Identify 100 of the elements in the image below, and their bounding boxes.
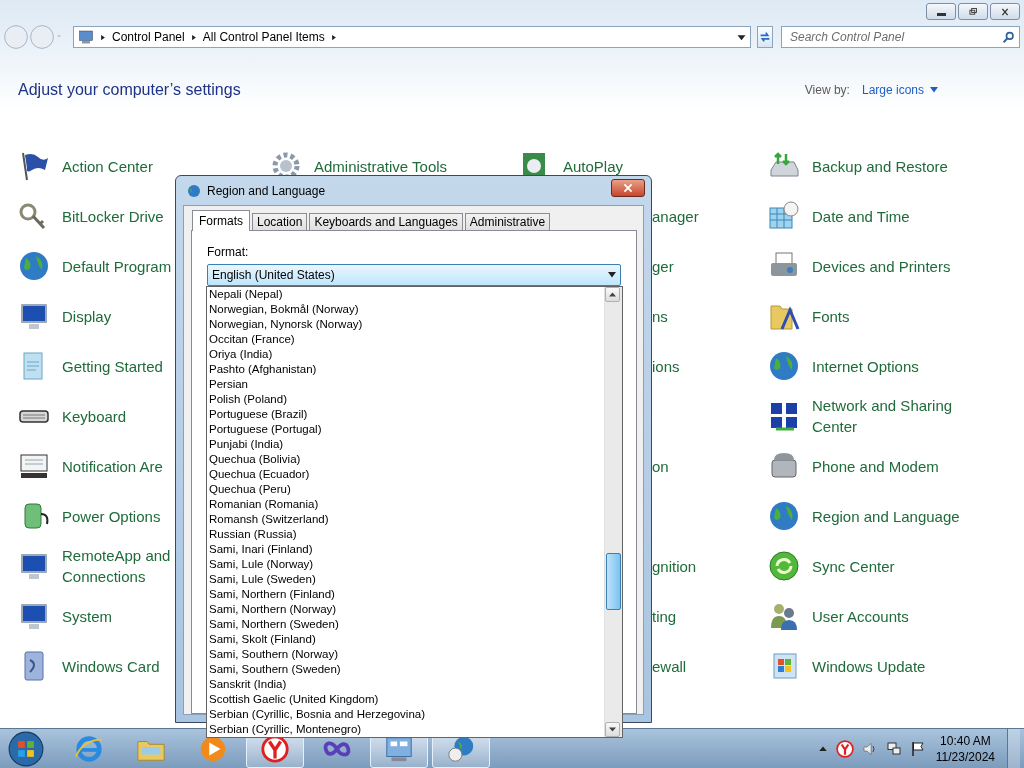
- control-panel-link[interactable]: AutoPlay: [563, 155, 624, 177]
- restore-button[interactable]: [958, 3, 988, 20]
- scroll-down-button[interactable]: [605, 722, 620, 737]
- control-panel-link[interactable]: Display: [62, 305, 112, 327]
- scroll-up-button[interactable]: [605, 287, 620, 302]
- tab[interactable]: Administrative: [464, 213, 551, 230]
- calendar-icon: [768, 200, 800, 232]
- dropdown-option[interactable]: Pashto (Afghanistan): [209, 362, 604, 377]
- dropdown-option[interactable]: Sanskrit (India): [209, 677, 604, 692]
- dropdown-option[interactable]: Sami, Northern (Norway): [209, 602, 604, 617]
- dropdown-option[interactable]: Romanian (Romania): [209, 497, 604, 512]
- dropdown-option[interactable]: Nepali (Nepal): [209, 287, 604, 302]
- control-panel-link[interactable]: Notification Are: [62, 455, 163, 477]
- control-panel-link[interactable]: Devices and Printers: [812, 255, 951, 277]
- dropdown-option[interactable]: Sami, Southern (Norway): [209, 647, 604, 662]
- globe-icon: [768, 350, 800, 382]
- control-panel-link[interactable]: ewall: [652, 655, 768, 677]
- control-panel-link[interactable]: Getting Started: [62, 355, 163, 377]
- close-button[interactable]: [611, 178, 645, 197]
- clock[interactable]: 10:40 AM 11/23/2024: [935, 732, 995, 765]
- caret-icon: [930, 87, 938, 93]
- show-desktop-button[interactable]: [1007, 728, 1020, 768]
- control-panel-link[interactable]: ions: [652, 355, 768, 377]
- dropdown-option[interactable]: Sami, Southern (Sweden): [209, 662, 604, 677]
- control-panel-link[interactable]: Date and Time: [812, 205, 910, 227]
- control-panel-link[interactable]: Network and Sharing Center: [812, 395, 953, 437]
- control-panel-link[interactable]: ns: [652, 305, 768, 327]
- control-panel-link[interactable]: Power Options: [62, 505, 161, 527]
- dropdown-option[interactable]: Portuguese (Portugal): [209, 422, 604, 437]
- dropdown-option[interactable]: Sami, Northern (Sweden): [209, 617, 604, 632]
- control-panel-link[interactable]: gnition: [652, 555, 768, 577]
- dropdown-option[interactable]: Quechua (Bolivia): [209, 452, 604, 467]
- dropdown-option[interactable]: Sami, Northern (Finland): [209, 587, 604, 602]
- refresh-button[interactable]: [757, 26, 773, 48]
- control-panel-link[interactable]: Internet Options: [812, 355, 919, 377]
- dropdown-option[interactable]: Sami, Lule (Norway): [209, 557, 604, 572]
- control-panel-link[interactable]: Administrative Tools: [314, 155, 448, 177]
- breadcrumb[interactable]: Control Panel: [112, 30, 185, 44]
- flag-icon[interactable]: [909, 740, 926, 757]
- close-button[interactable]: [990, 3, 1020, 20]
- control-panel-link[interactable]: Windows Update: [812, 655, 926, 677]
- minimize-icon: [936, 13, 946, 16]
- dropdown-option[interactable]: Norwegian, Bokmål (Norway): [209, 302, 604, 317]
- dropdown-caret-icon[interactable]: [737, 32, 746, 42]
- breadcrumb[interactable]: All Control Panel Items: [202, 30, 325, 44]
- network-icon[interactable]: [885, 740, 902, 757]
- control-panel-link[interactable]: Keyboard: [62, 405, 127, 427]
- network-icon: [768, 400, 800, 432]
- dropdown-option[interactable]: Punjabi (India): [209, 437, 604, 452]
- dropdown-option[interactable]: Quechua (Ecuador): [209, 467, 604, 482]
- search-icon: [1002, 31, 1015, 44]
- control-panel-icon: [78, 29, 94, 45]
- dropdown-option[interactable]: Sami, Skolt (Finland): [209, 632, 604, 647]
- up-arrow-icon: [609, 292, 616, 297]
- control-panel-link[interactable]: User Accounts: [812, 605, 909, 627]
- control-panel-link[interactable]: Phone and Modem: [812, 455, 939, 477]
- yandex-tray-icon[interactable]: [835, 739, 854, 758]
- control-panel-link[interactable]: anager: [652, 205, 768, 227]
- control-panel-link[interactable]: ger: [652, 255, 768, 277]
- dropdown-option[interactable]: Sami, Lule (Sweden): [209, 572, 604, 587]
- dropdown-option[interactable]: Serbian (Cyrillic, Bosnia and Herzegovina): [209, 707, 604, 722]
- dropdown-option[interactable]: Persian: [209, 377, 604, 392]
- control-panel-link[interactable]: Action Center: [62, 155, 153, 177]
- volume-icon[interactable]: [861, 740, 878, 757]
- dropdown-option[interactable]: Romansh (Switzerland): [209, 512, 604, 527]
- format-dropdown[interactable]: English (United States): [207, 264, 621, 286]
- scrollbar[interactable]: [604, 287, 622, 737]
- control-panel-link[interactable]: BitLocker Drive: [62, 205, 164, 227]
- dropdown-option[interactable]: Serbian (Cyrillic, Montenegro): [209, 722, 604, 737]
- tab[interactable]: Formats: [192, 210, 250, 231]
- dropdown-option[interactable]: Scottish Gaelic (United Kingdom): [209, 692, 604, 707]
- dropdown-option[interactable]: Polish (Poland): [209, 392, 604, 407]
- control-panel-link[interactable]: Sync Center: [812, 555, 895, 577]
- dropdown-option[interactable]: Russian (Russia): [209, 527, 604, 542]
- caret-icon: [608, 272, 616, 278]
- control-panel-link[interactable]: System: [62, 605, 112, 627]
- chevron-icon: [100, 32, 106, 42]
- control-panel-link[interactable]: on: [652, 455, 768, 477]
- control-panel-link[interactable]: Region and Language: [812, 505, 960, 527]
- dropdown-option[interactable]: Sami, Inari (Finland): [209, 542, 604, 557]
- dropdown-option[interactable]: Norwegian, Nynorsk (Norway): [209, 317, 604, 332]
- minimize-button[interactable]: [926, 3, 956, 20]
- scroll-thumb[interactable]: [606, 553, 621, 610]
- start-button[interactable]: [8, 730, 44, 767]
- chevron-icon: [190, 32, 197, 42]
- control-panel-link[interactable]: Fonts: [812, 305, 850, 327]
- tab[interactable]: Location: [252, 213, 308, 230]
- dropdown-option[interactable]: Oriya (India): [209, 347, 604, 362]
- view-by-dropdown[interactable]: Large icons: [861, 83, 938, 97]
- control-panel-link[interactable]: ting: [652, 605, 768, 627]
- control-panel-link[interactable]: Windows Card: [62, 655, 160, 677]
- tab[interactable]: Keyboards and Languages: [309, 213, 463, 230]
- search-field[interactable]: Search Control Panel: [781, 26, 1020, 48]
- dropdown-option[interactable]: Portuguese (Brazil): [209, 407, 604, 422]
- dropdown-option[interactable]: Occitan (France): [209, 332, 604, 347]
- control-panel-link[interactable]: Backup and Restore: [812, 155, 948, 177]
- dropdown-option[interactable]: Quechua (Peru): [209, 482, 604, 497]
- control-panel-link[interactable]: Default Program: [62, 255, 172, 277]
- control-panel-link[interactable]: RemoteApp and Connections: [62, 545, 171, 587]
- refresh-icon: [758, 30, 772, 44]
